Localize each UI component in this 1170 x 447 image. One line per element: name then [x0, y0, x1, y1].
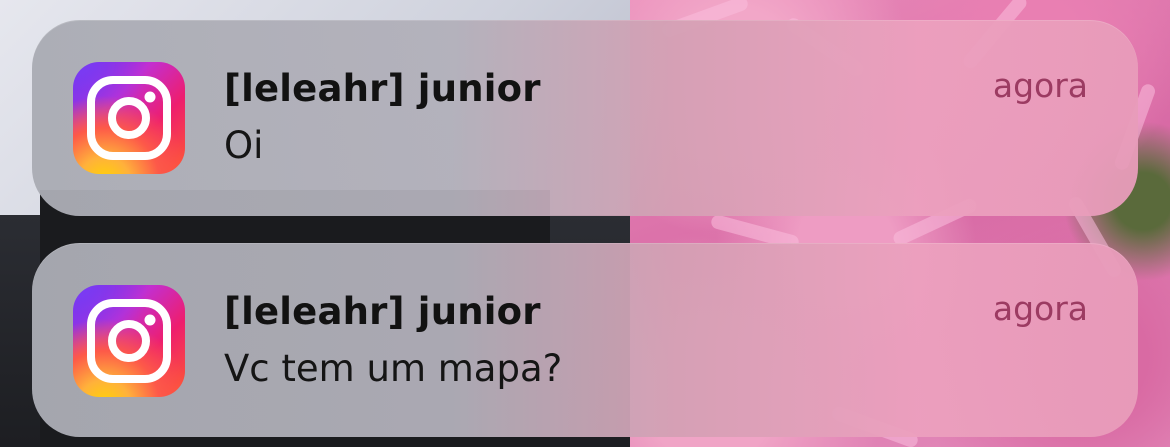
instagram-icon	[73, 285, 185, 397]
notification-time: agora	[992, 66, 1088, 105]
notification-card[interactable]: [leleahr] junior Vc tem um mapa? agora	[32, 243, 1138, 437]
notification-card[interactable]: [leleahr] junior Oi agora	[32, 20, 1138, 216]
notification-message: Vc tem um mapa?	[224, 347, 563, 390]
notification-time: agora	[992, 289, 1088, 328]
instagram-icon	[73, 62, 185, 174]
notification-sender: [leleahr] junior	[224, 67, 541, 110]
notification-message: Oi	[224, 124, 264, 167]
notification-sender: [leleahr] junior	[224, 290, 541, 333]
